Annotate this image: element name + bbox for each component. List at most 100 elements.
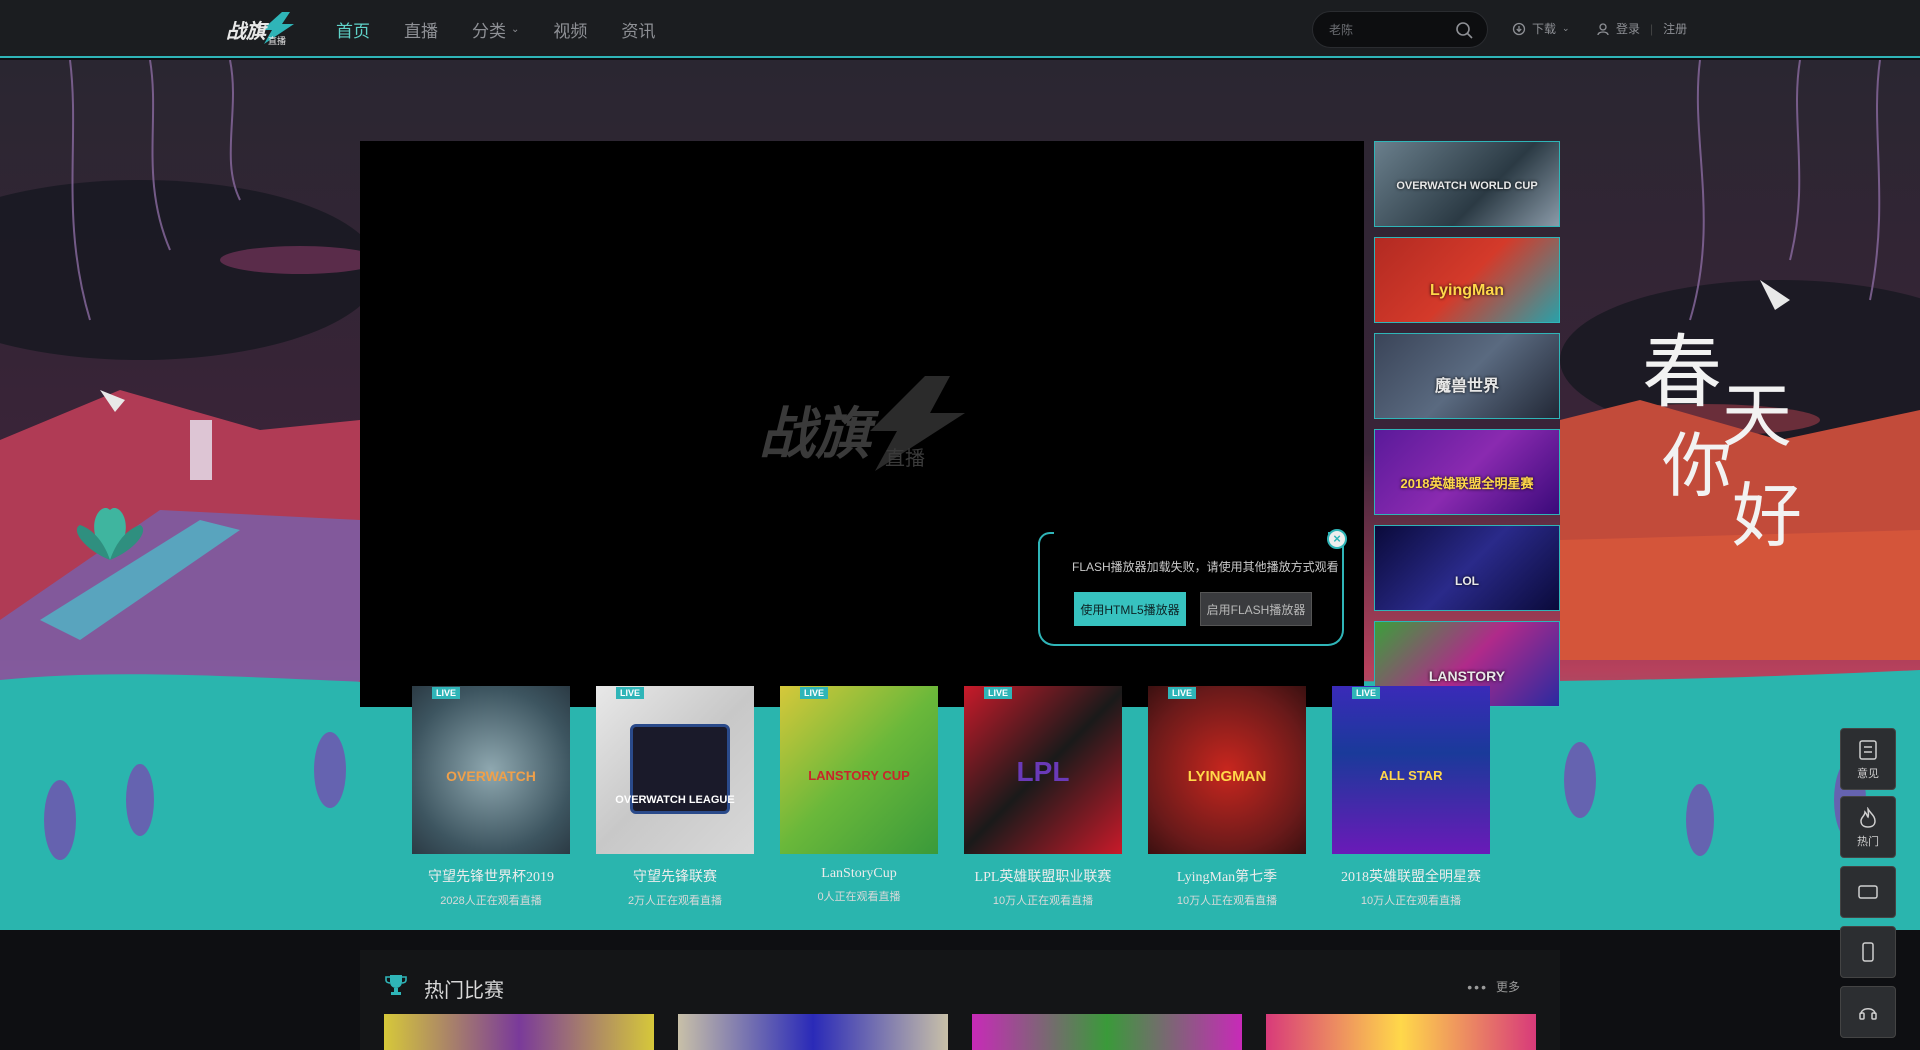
live-card-title: 守望先锋世界杯2019 <box>428 870 554 885</box>
live-card-viewers: 10万人正在观看直播 <box>1176 895 1278 907</box>
live-card-logo-text: LPL <box>1016 756 1070 787</box>
svg-text:直播: 直播 <box>885 446 925 470</box>
live-cards-row: LIVE OVERWATCH 守望先锋世界杯2019 2028人正在观看直播 L… <box>412 686 1512 916</box>
live-card-viewers: 2万人正在观看直播 <box>627 895 723 907</box>
live-card-thumbnail: LIVE ALL STAR <box>1332 686 1490 854</box>
feedback-icon <box>1859 740 1877 760</box>
svg-text:战旗: 战旗 <box>759 402 880 467</box>
live-card-logo-text: LANSTORY CUP <box>808 768 910 783</box>
live-card-thumbnail: LIVE LPL <box>964 686 1122 854</box>
hot-match-card[interactable] <box>1266 1014 1536 1050</box>
flash-error-dialog: FLASH播放器加载失败，请使用其他播放方式观看 使用HTML5播放器 启用FL… <box>1038 532 1344 646</box>
search-input[interactable] <box>1329 20 1449 40</box>
side-thumb-5[interactable]: LOL <box>1374 525 1560 611</box>
live-card[interactable]: LIVE LANSTORY CUP LanStoryCup 0人正在观看直播 <box>780 686 938 904</box>
side-thumb-3[interactable]: 魔兽世界 <box>1374 333 1560 419</box>
nav-video-label: 视频 <box>553 21 588 41</box>
live-card-title: LPL英雄联盟职业联赛 <box>974 870 1112 885</box>
nav-category-label: 分类 <box>472 21 506 41</box>
nav-home[interactable]: 首页 <box>336 17 370 42</box>
live-card[interactable]: LIVE OVERWATCH 守望先锋世界杯2019 2028人正在观看直播 <box>412 686 570 908</box>
download-menu[interactable]: 下载 ⌄ <box>1512 20 1570 37</box>
side-thumb-2[interactable]: LyingMan <box>1374 237 1560 323</box>
main-nav: 首页 直播 分类 ⌄ 视频 资讯 <box>336 0 689 58</box>
live-card[interactable]: LIVE ALL STAR 2018英雄联盟全明星赛 10万人正在观看直播 <box>1332 686 1490 908</box>
player-watermark-logo: 战旗 直播 <box>759 376 965 471</box>
live-card-logo-text: ALL STAR <box>1379 768 1443 783</box>
float-label: 意见 <box>1857 768 1879 780</box>
svg-text:直播: 直播 <box>268 35 286 47</box>
headset-icon <box>1859 1008 1877 1020</box>
hot-float-button[interactable]: 热门 <box>1840 796 1896 858</box>
more-label: 更多 <box>1495 980 1520 994</box>
trophy-icon <box>385 975 407 995</box>
flash-error-message: FLASH播放器加载失败，请使用其他播放方式观看 <box>1072 560 1339 574</box>
side-thumb-label: LOL <box>1455 574 1479 588</box>
live-card-viewers: 2028人正在观看直播 <box>440 895 542 907</box>
live-badge: LIVE <box>1352 687 1381 699</box>
hot-matches-section: 热门比赛 ••• 更多 <box>360 950 1560 1050</box>
live-card-title: LanStoryCup <box>821 866 897 881</box>
video-float-button[interactable] <box>1840 866 1896 918</box>
live-card-viewers: 10万人正在观看直播 <box>992 895 1094 907</box>
phone-icon <box>1862 942 1874 962</box>
svg-text:战旗: 战旗 <box>226 19 270 43</box>
nav-news[interactable]: 资讯 <box>621 17 655 42</box>
hot-match-card[interactable] <box>384 1014 654 1050</box>
user-links: 登录 | 注册 <box>1596 20 1687 37</box>
mobile-float-button[interactable] <box>1840 926 1896 978</box>
live-card-thumbnail: LIVE OVERWATCH LEAGUE <box>596 686 754 854</box>
user-icon <box>1597 22 1609 35</box>
nav-category[interactable]: 分类 ⌄ <box>472 17 519 42</box>
live-card-title: 守望先锋联赛 <box>633 870 717 885</box>
live-card[interactable]: LIVE LYINGMAN LyingMan第七季 10万人正在观看直播 <box>1148 686 1306 908</box>
divider: | <box>1650 21 1654 36</box>
svg-text:你: 你 <box>1662 425 1732 507</box>
live-badge: LIVE <box>984 687 1013 699</box>
more-dots-icon: ••• <box>1467 978 1488 995</box>
live-badge: LIVE <box>1168 687 1197 699</box>
side-thumb-label: LyingMan <box>1429 282 1505 299</box>
flash-player-button[interactable]: 启用FLASH播放器 <box>1200 592 1312 626</box>
login-link[interactable]: 登录 <box>1616 20 1640 37</box>
register-link[interactable]: 注册 <box>1663 20 1687 37</box>
side-thumb-4[interactable]: 2018英雄联盟全明星赛 <box>1374 429 1560 515</box>
close-icon[interactable]: × <box>1327 529 1347 549</box>
support-float-button[interactable] <box>1840 986 1896 1038</box>
live-card-logo-text: OVERWATCH <box>446 768 536 784</box>
hot-match-card[interactable] <box>972 1014 1242 1050</box>
nav-news-label: 资讯 <box>621 21 656 41</box>
search-icon[interactable] <box>1455 21 1473 39</box>
side-thumb-label: 2018英雄联盟全明星赛 <box>1400 476 1534 491</box>
fire-icon <box>1860 807 1876 828</box>
top-nav-bar: 战旗 直播 首页 直播 分类 ⌄ 视频 资讯 下载 ⌄ 登录 | 注册 <box>0 0 1920 58</box>
side-thumb-label: LANSTORY <box>1428 668 1506 684</box>
live-card-thumbnail: LIVE LYINGMAN <box>1148 686 1306 854</box>
live-card-logo-text: OVERWATCH LEAGUE <box>615 794 735 806</box>
hero-banner: 战旗 直播 FLASH播放器加载失败，请使用其他播放方式观看 使用HTML5播放… <box>0 60 1920 930</box>
live-badge: LIVE <box>616 687 645 699</box>
html5-player-button[interactable]: 使用HTML5播放器 <box>1074 592 1186 626</box>
nav-video[interactable]: 视频 <box>553 17 587 42</box>
live-card[interactable]: LIVE LPL LPL英雄联盟职业联赛 10万人正在观看直播 <box>964 686 1122 908</box>
live-badge: LIVE <box>800 687 829 699</box>
live-card-viewers: 0人正在观看直播 <box>817 891 901 903</box>
nav-live-label: 直播 <box>404 21 438 41</box>
nav-live[interactable]: 直播 <box>404 17 438 42</box>
download-label: 下载 <box>1532 22 1557 36</box>
more-link[interactable]: ••• 更多 <box>1467 978 1520 995</box>
zhanqi-logo[interactable]: 战旗 直播 <box>224 10 296 48</box>
feedback-float-button[interactable]: 意见 <box>1840 728 1896 790</box>
live-card-viewers: 10万人正在观看直播 <box>1360 895 1462 907</box>
side-thumb-label: 魔兽世界 <box>1434 378 1499 395</box>
live-card[interactable]: LIVE OVERWATCH LEAGUE 守望先锋联赛 2万人正在观看直播 <box>596 686 754 908</box>
spring-greeting-art: 春 天 你 好 <box>1642 326 1802 550</box>
svg-text:春: 春 <box>1642 326 1722 419</box>
live-card-thumbnail: LIVE OVERWATCH <box>412 686 570 854</box>
svg-text:天: 天 <box>1722 375 1792 457</box>
hot-match-card[interactable] <box>678 1014 948 1050</box>
live-card-logo-text: LYINGMAN <box>1187 768 1267 785</box>
download-icon <box>1512 22 1526 35</box>
side-thumb-1[interactable]: OVERWATCH WORLD CUP <box>1374 141 1560 227</box>
live-card-title: LyingMan第七季 <box>1176 870 1278 885</box>
